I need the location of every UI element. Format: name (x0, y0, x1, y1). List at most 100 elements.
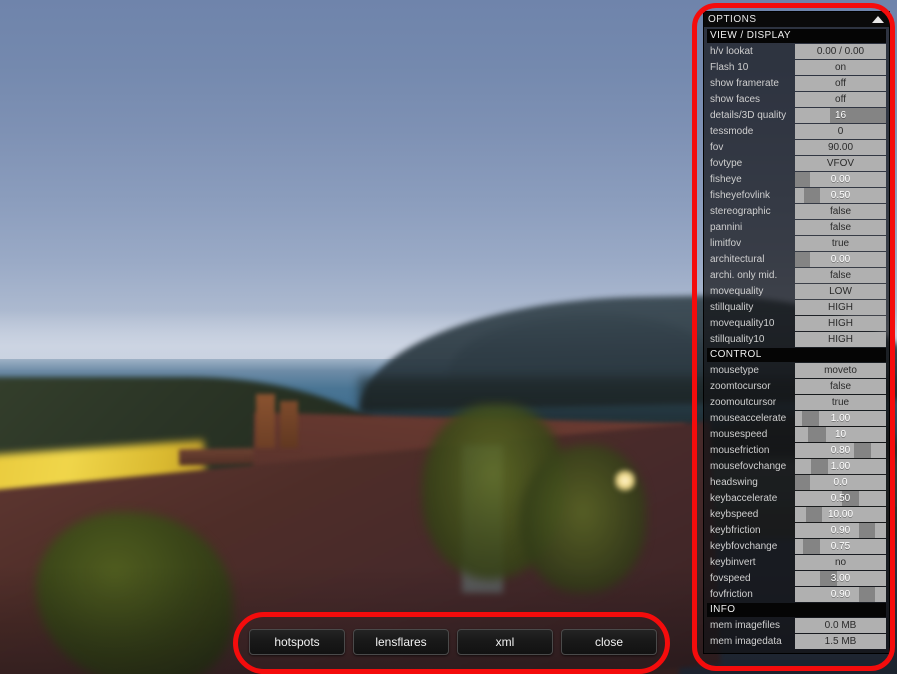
option-slider[interactable]: 0.90 (795, 523, 886, 538)
option-label: stereographic (710, 206, 771, 217)
option-value-field[interactable]: LOW (795, 284, 886, 299)
option-row: fovtype VFOV (707, 156, 886, 171)
option-value: 0.50 (830, 190, 851, 201)
option-slider[interactable]: 10.00 (795, 507, 886, 522)
close-button[interactable]: close (561, 629, 657, 655)
option-label: keybinvert (710, 557, 756, 568)
option-label: fisheyefovlink (710, 190, 771, 201)
option-value: 10.00 (827, 509, 854, 520)
lamp-glow (614, 468, 636, 493)
option-label: zoomoutcursor (710, 397, 777, 408)
option-value: 10 (834, 429, 847, 440)
option-slider[interactable]: 0.00 (795, 252, 886, 267)
option-row: keybfriction 0.90 (707, 523, 886, 538)
option-row: pannini false (707, 220, 886, 235)
option-row: movequality LOW (707, 284, 886, 299)
option-slider[interactable]: 1.00 (795, 459, 886, 474)
option-slider[interactable]: 0.50 (795, 491, 886, 506)
option-value-field[interactable]: HIGH (795, 332, 886, 347)
option-label: limitfov (710, 238, 742, 249)
option-value-field[interactable]: 1.5 MB (795, 634, 886, 649)
option-row: stillquality HIGH (707, 300, 886, 315)
option-value-field[interactable]: off (795, 76, 886, 91)
option-slider[interactable]: 0.50 (795, 188, 886, 203)
option-value: 0.75 (830, 541, 851, 552)
option-value: 3.00 (830, 573, 851, 584)
option-value: 0 (837, 126, 844, 137)
option-value-field[interactable]: 0.00 / 0.00 (795, 44, 886, 59)
option-row: stillquality10 HIGH (707, 332, 886, 347)
option-label: mem imagedata (710, 636, 782, 647)
option-slider[interactable]: 0.0 (795, 475, 886, 490)
option-row: mousetype moveto (707, 363, 886, 378)
section-title-view-display: VIEW / DISPLAY (707, 29, 886, 43)
option-value-field[interactable]: 0 (795, 124, 886, 139)
option-value: HIGH (828, 302, 853, 313)
option-value: VFOV (826, 158, 855, 169)
option-value-field[interactable]: 90.00 (795, 140, 886, 155)
option-row: movequality10 HIGH (707, 316, 886, 331)
option-label: tessmode (710, 126, 754, 137)
options-panel-body: VIEW / DISPLAY h/v lookat 0.00 / 0.00 Flash… (704, 27, 889, 653)
option-value-field[interactable]: 0.0 MB (795, 618, 886, 633)
hotspots-button[interactable]: hotspots (249, 629, 345, 655)
option-slider[interactable]: 16 (795, 108, 886, 123)
option-slider[interactable]: 0.80 (795, 443, 886, 458)
option-value-field[interactable]: HIGH (795, 300, 886, 315)
option-slider[interactable]: 3.00 (795, 571, 886, 586)
option-row: headswing 0.0 (707, 475, 886, 490)
option-label: movequality10 (710, 318, 775, 329)
option-row: architectural 0.00 (707, 252, 886, 267)
option-label: fisheye (710, 174, 742, 185)
option-value: 0.00 / 0.00 (816, 46, 865, 57)
option-value: false (829, 222, 852, 233)
option-value-field[interactable]: no (795, 555, 886, 570)
option-row: show framerate off (707, 76, 886, 91)
option-value-field[interactable]: false (795, 220, 886, 235)
option-value-field[interactable]: on (795, 60, 886, 75)
option-value-field[interactable]: false (795, 204, 886, 219)
option-value: HIGH (828, 334, 853, 345)
option-value-field[interactable]: false (795, 379, 886, 394)
option-row: fisheyefovlink 0.50 (707, 188, 886, 203)
xml-button[interactable]: xml (457, 629, 553, 655)
option-value: off (835, 78, 846, 89)
option-value-field[interactable]: off (795, 92, 886, 107)
option-row: zoomtocursor false (707, 379, 886, 394)
option-label: pannini (710, 222, 743, 233)
option-label: show framerate (710, 78, 779, 89)
triangle-up-icon[interactable] (872, 16, 884, 23)
option-value-field[interactable]: true (795, 395, 886, 410)
option-value-field[interactable]: HIGH (795, 316, 886, 331)
option-label: mousetype (710, 365, 759, 376)
option-label: stillquality (710, 302, 754, 313)
option-slider[interactable]: 1.00 (795, 411, 886, 426)
option-row: mousefovchange 1.00 (707, 459, 886, 474)
option-slider[interactable]: 0.90 (795, 587, 886, 602)
option-row: fovspeed 3.00 (707, 571, 886, 586)
option-value: 1.00 (830, 413, 851, 424)
option-value: 0.00 (830, 174, 851, 185)
option-row: mousefriction 0.80 (707, 443, 886, 458)
lensflares-button[interactable]: lensflares (353, 629, 449, 655)
option-label: headswing (710, 477, 758, 488)
option-value: 0.80 (830, 445, 851, 456)
option-slider[interactable]: 0.00 (795, 172, 886, 187)
option-slider[interactable]: 10 (795, 427, 886, 442)
option-row: fovfriction 0.90 (707, 587, 886, 602)
option-value: false (829, 206, 852, 217)
option-label: movequality (710, 286, 764, 297)
option-value-field[interactable]: false (795, 268, 886, 283)
option-label: keybaccelerate (710, 493, 778, 504)
option-value: LOW (829, 286, 852, 297)
option-value-field[interactable]: moveto (795, 363, 886, 378)
options-panel-header[interactable]: OPTIONS (704, 12, 889, 27)
option-row: mousespeed 10 (707, 427, 886, 442)
option-value-field[interactable]: true (795, 236, 886, 251)
option-value: false (829, 270, 852, 281)
option-value: 90.00 (827, 142, 854, 153)
option-label: h/v lookat (710, 46, 753, 57)
option-value-field[interactable]: VFOV (795, 156, 886, 171)
option-slider[interactable]: 0.75 (795, 539, 886, 554)
option-row: mouseaccelerate 1.00 (707, 411, 886, 426)
